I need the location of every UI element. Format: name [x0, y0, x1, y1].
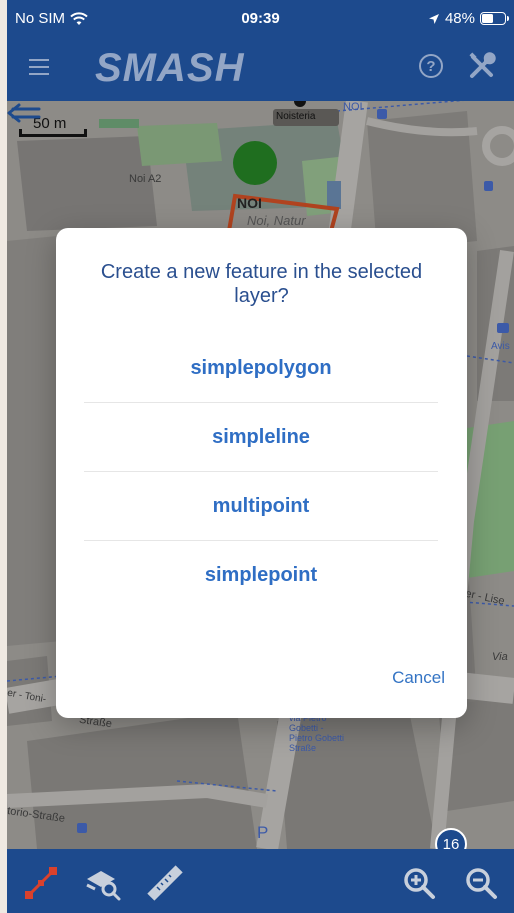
cancel-button[interactable]: Cancel — [392, 668, 445, 688]
app-title: SMASH — [95, 46, 245, 90]
layer-query-icon[interactable] — [85, 865, 121, 901]
bottom-toolbar — [7, 849, 514, 913]
header: No SIM 09:39 48% SMASH ? — [7, 0, 514, 101]
location-arrow-icon — [428, 13, 439, 24]
back-arrow-icon[interactable] — [7, 101, 41, 125]
layer-option-simpleline[interactable]: simpleline — [84, 403, 438, 472]
layer-option-simplepolygon[interactable]: simplepolygon — [84, 334, 438, 403]
zoom-out-icon[interactable] — [463, 865, 499, 901]
map-label: NOI — [343, 101, 363, 113]
battery-fill — [482, 14, 493, 23]
zoom-in-icon[interactable] — [401, 865, 437, 901]
status-bar: No SIM 09:39 48% — [7, 0, 514, 40]
map-label: Via — [492, 651, 508, 663]
map-label: Noi, Natur — [247, 213, 306, 228]
battery-percent: 48% — [444, 10, 475, 27]
tools-icon[interactable] — [467, 51, 497, 81]
svg-text:P: P — [257, 823, 268, 842]
menu-icon[interactable] — [29, 59, 49, 75]
map-label: NOI — [237, 195, 262, 211]
layer-option-multipoint[interactable]: multipoint — [84, 472, 438, 541]
layer-option-simplepoint[interactable]: simplepoint — [84, 541, 438, 610]
help-icon[interactable]: ? — [419, 54, 443, 78]
map-label: Avis — [491, 341, 510, 352]
map-label: Noisteria — [276, 111, 316, 122]
edit-geometry-icon[interactable] — [23, 865, 59, 901]
scale-line — [19, 129, 87, 137]
ruler-icon[interactable] — [147, 865, 183, 901]
status-right: 48% — [428, 10, 509, 27]
create-feature-dialog: Create a new feature in the selected lay… — [56, 228, 467, 718]
app-bar: SMASH ? — [7, 40, 514, 101]
map-label: Noi A2 — [129, 173, 162, 185]
map-label: via Pietro Gobetti - Pietro Gobetti Stra… — [289, 713, 345, 753]
battery-icon — [480, 12, 509, 25]
dialog-title: Create a new feature in the selected lay… — [100, 261, 423, 307]
